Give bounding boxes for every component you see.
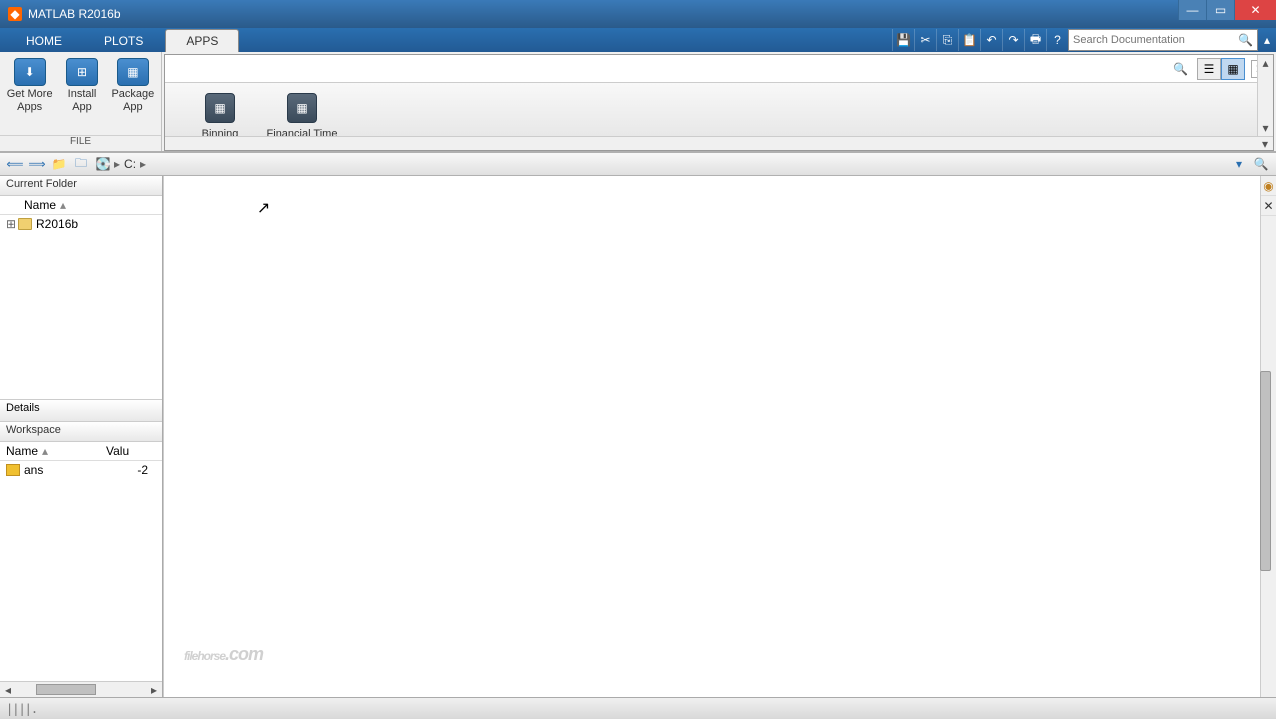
save-icon[interactable]: 💾 (892, 29, 914, 51)
tab-home[interactable]: HOME (6, 30, 82, 52)
tab-plots[interactable]: PLOTS (84, 30, 163, 52)
command-window-area: filehorse.com (163, 176, 1260, 697)
path-segment-drive[interactable]: C: (120, 157, 140, 171)
left-panel: Current Folder Name ▴ ⊞ R2016b Details W… (0, 176, 163, 697)
title-bar: ◆ MATLAB R2016b — ▭ ✕ (0, 0, 1276, 28)
expand-icon[interactable]: ⊞ (6, 217, 18, 231)
minimize-button[interactable]: — (1178, 0, 1206, 20)
apps-vertical-scrollbar[interactable]: ▴ ▾ (1257, 55, 1273, 136)
app-item[interactable]: ▦ Financial Time Series (261, 89, 343, 136)
scroll-down-icon[interactable]: ▾ (1258, 120, 1273, 136)
tab-apps[interactable]: APPS (165, 29, 239, 52)
workspace-header[interactable]: Name ▴ Valu (0, 442, 162, 461)
current-folder-content[interactable]: Name ▴ ⊞ R2016b (0, 196, 162, 399)
nav-browse-button[interactable]: 🗀 (70, 154, 92, 174)
variable-icon (6, 464, 20, 476)
status-grip-icon: ||||. (6, 702, 37, 716)
get-more-apps-button[interactable]: ⬇ Get More Apps (5, 56, 55, 116)
ws-value-column[interactable]: Valu (106, 444, 133, 458)
path-search-button[interactable]: 🔍 (1250, 154, 1272, 174)
folder-row[interactable]: ⊞ R2016b (0, 215, 162, 233)
apps-search-input[interactable] (169, 58, 1173, 80)
app-item[interactable]: ▦ Binning Explorer (179, 89, 261, 136)
package-icon: ▦ (117, 58, 149, 86)
path-separator-icon-2[interactable]: ▸ (140, 157, 146, 171)
gallery-dropdown-icon[interactable]: ▾ (1257, 137, 1273, 150)
window-title: MATLAB R2016b (28, 7, 1178, 21)
scroll-thumb[interactable] (1260, 371, 1271, 571)
app-label: Financial Time Series (267, 127, 338, 136)
workspace-indicator-icon[interactable]: ◉ (1261, 176, 1276, 196)
undo-icon[interactable]: ↶ (980, 29, 1002, 51)
app-icon: ▦ (205, 93, 235, 123)
right-close-button[interactable]: ✕ (1261, 196, 1276, 216)
package-app-label: Package App (111, 88, 154, 114)
scroll-up-icon[interactable]: ▴ (1258, 55, 1273, 71)
search-doc-input[interactable] (1073, 34, 1238, 46)
search-doc-box[interactable]: 🔍 (1068, 29, 1258, 51)
variable-value: -2 (106, 463, 156, 477)
workspace-panel: Workspace Name ▴ Valu ans -2 (0, 421, 162, 479)
nav-forward-button[interactable]: ⟹ (26, 154, 48, 174)
apps-gallery-panel: 🔍 ☰ ▦ ✕ ▦ Binning Explorer ▦ Financial Time… (164, 54, 1274, 151)
address-bar: ⟸ ⟹ 📁 🗀 💽 ▸ C: ▸ ▾ 🔍 (0, 152, 1276, 176)
folder-name: R2016b (36, 217, 78, 231)
get-more-apps-label: Get More Apps (7, 88, 53, 114)
name-column-header[interactable]: Name (24, 198, 56, 212)
app-icon: ▦ (287, 93, 317, 123)
folder-icon (18, 218, 32, 230)
print-icon[interactable]: 🖶 (1024, 29, 1046, 51)
install-app-label: Install App (68, 88, 97, 114)
file-group: ⬇ Get More Apps ⊞ Install App ▦ Package … (0, 52, 162, 151)
folder-header[interactable]: Name ▴ (0, 196, 162, 215)
package-app-button[interactable]: ▦ Package App (109, 56, 156, 116)
nav-up-folder-button[interactable]: 📁 (48, 154, 70, 174)
maximize-button[interactable]: ▭ (1206, 0, 1234, 20)
status-bar: ||||. (0, 697, 1276, 719)
scroll-left-icon[interactable]: ◂ (0, 682, 16, 697)
ws-sort-icon[interactable]: ▴ (42, 444, 48, 458)
details-panel-title[interactable]: Details (0, 399, 162, 421)
close-button[interactable]: ✕ (1234, 0, 1276, 20)
search-doc-icon[interactable]: 🔍 (1238, 33, 1253, 47)
path-dropdown-button[interactable]: ▾ (1228, 154, 1250, 174)
command-window[interactable]: filehorse.com (163, 176, 1260, 697)
file-group-label: FILE (0, 135, 161, 151)
apps-footer: ▾ (165, 136, 1273, 150)
matlab-logo-icon: ◆ (8, 7, 22, 21)
copy-icon[interactable]: ⎘ (936, 29, 958, 51)
watermark: filehorse.com (184, 635, 263, 667)
toolstrip: ⬇ Get More Apps ⊞ Install App ▦ Package … (0, 52, 1276, 152)
variable-name: ans (24, 463, 43, 477)
help-icon[interactable]: ? (1046, 29, 1068, 51)
grid-view-button[interactable]: ▦ (1221, 58, 1245, 80)
workspace-title: Workspace (0, 422, 162, 442)
install-app-button[interactable]: ⊞ Install App (64, 56, 100, 116)
drive-icon[interactable]: 💽 (92, 154, 114, 174)
scroll-right-icon[interactable]: ▸ (146, 682, 162, 697)
ws-name-column[interactable]: Name (6, 444, 38, 458)
apps-search-bar: 🔍 ☰ ▦ ✕ (165, 55, 1273, 83)
redo-icon[interactable]: ↷ (1002, 29, 1024, 51)
main-area: Current Folder Name ▴ ⊞ R2016b Details W… (0, 176, 1276, 697)
install-icon: ⊞ (66, 58, 98, 86)
apps-gallery-body[interactable]: ▦Binning Explorer▦Financial Time SeriesC… (165, 83, 1273, 136)
current-folder-title: Current Folder (0, 176, 162, 196)
h-scroll-thumb[interactable] (36, 684, 96, 695)
left-horizontal-scrollbar[interactable]: ◂ ▸ (0, 681, 162, 697)
nav-back-button[interactable]: ⟸ (4, 154, 26, 174)
ribbon-tab-bar: HOME PLOTS APPS 💾 ✂ ⎘ 📋 ↶ ↷ 🖶 ? 🔍 ▴ (0, 28, 1276, 52)
search-icon[interactable]: 🔍 (1173, 62, 1191, 76)
list-view-button[interactable]: ☰ (1197, 58, 1221, 80)
app-label: Binning Explorer (200, 127, 241, 136)
cut-icon[interactable]: ✂ (914, 29, 936, 51)
collapse-ribbon-button[interactable]: ▴ (1258, 29, 1276, 51)
sort-icon[interactable]: ▴ (60, 198, 66, 212)
workspace-row[interactable]: ans -2 (0, 461, 162, 479)
paste-icon[interactable]: 📋 (958, 29, 980, 51)
download-icon: ⬇ (14, 58, 46, 86)
